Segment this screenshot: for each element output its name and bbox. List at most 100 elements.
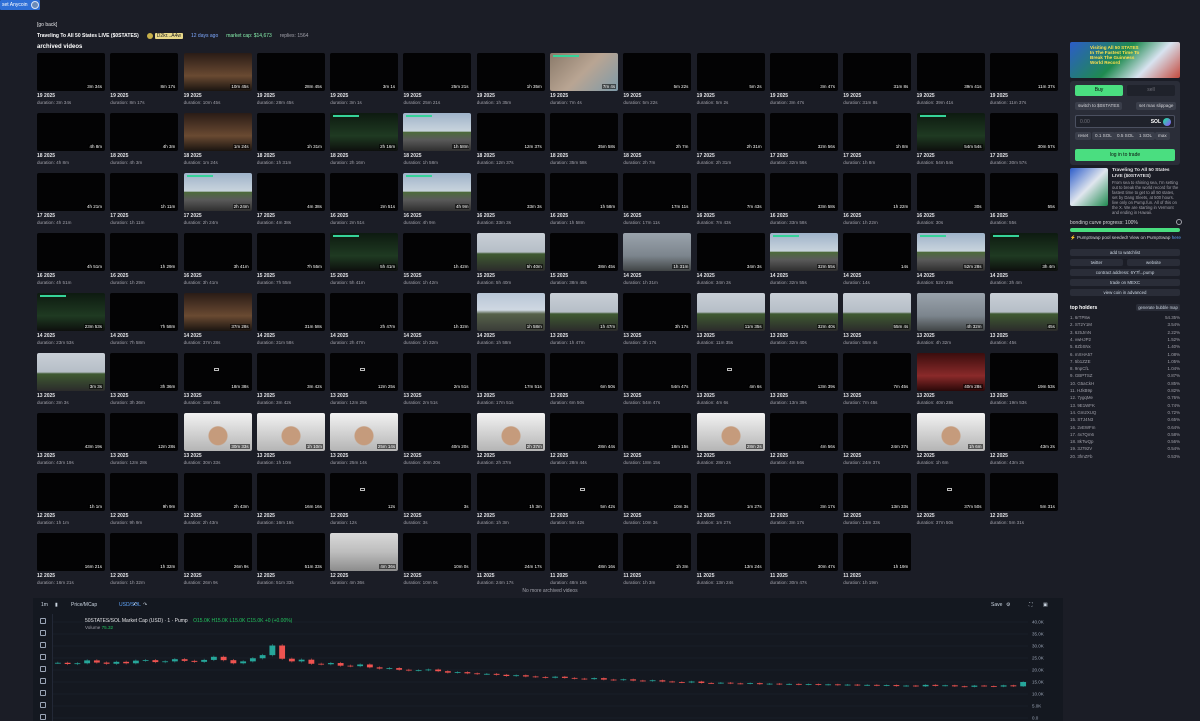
video-card[interactable]: 23m 53s 14 2025 duration: 23m 53s xyxy=(37,293,105,353)
video-card[interactable]: 1h 22m 16 2025 duration: 1h 22m xyxy=(843,173,912,233)
video-thumbnail[interactable]: 30m 47s xyxy=(769,533,838,571)
login-to-trade-button[interactable]: log in to trade xyxy=(1075,149,1175,161)
price-chart[interactable]: 1m ▮ Price/MCap USD/SOL ↶ ↷ Save ⚙ ⛶ ▣ 4… xyxy=(33,598,1063,721)
video-thumbnail[interactable]: 1m 27s xyxy=(696,473,765,511)
video-thumbnail[interactable]: 13m 33s xyxy=(843,473,912,511)
holder-row[interactable]: 17. 4x7Qm6 0.58% xyxy=(1070,432,1180,439)
video-thumbnail[interactable]: 11m 35s xyxy=(696,293,765,331)
holder-row[interactable]: 20. 3fmZFb 0.53% xyxy=(1070,454,1180,461)
video-card[interactable]: 4h 21m 17 2025 duration: 4h 21m xyxy=(37,173,105,233)
video-card[interactable]: 4m 38s 17 2025 duration: 4m 38s xyxy=(256,173,325,233)
video-card[interactable]: 5m 42s 12 2025 duration: 5m 42s xyxy=(550,473,619,533)
holder-row[interactable]: 10. G5aCkH 0.85% xyxy=(1070,381,1180,388)
video-thumbnail[interactable]: 55s xyxy=(989,173,1058,211)
video-thumbnail[interactable]: 17m 51s xyxy=(476,353,545,391)
fullscreen-icon[interactable]: ⛶ xyxy=(1029,602,1033,608)
video-card[interactable]: 2m 51s 16 2025 duration: 2m 51s xyxy=(330,173,399,233)
switch-token-button[interactable]: switch to $0STATES xyxy=(1075,102,1123,110)
video-card[interactable]: 8m 17s 19 2025 duration: 8m 17s xyxy=(110,53,179,113)
video-card[interactable]: 1h 58m 16 2025 duration: 1h 58m xyxy=(550,173,619,233)
video-card[interactable]: 9h 9m 12 2025 duration: 9h 9m xyxy=(110,473,179,533)
video-card[interactable]: 24m 17s 11 2025 duration: 24m 17s xyxy=(476,533,545,593)
video-card[interactable]: 1h 1m 12 2025 duration: 1h 1m xyxy=(37,473,105,533)
video-card[interactable]: 43m 2s 12 2025 duration: 43m 2s xyxy=(989,413,1058,473)
video-card[interactable]: 33m 3s 16 2025 duration: 33m 3s xyxy=(476,173,545,233)
candle-type-icon[interactable]: ▮ xyxy=(55,602,58,608)
video-card[interactable]: 24m 37s 12 2025 duration: 24m 37s xyxy=(843,413,912,473)
video-card[interactable]: 30s 16 2025 duration: 30s xyxy=(916,173,985,233)
video-thumbnail[interactable]: 12s xyxy=(330,473,399,511)
video-card[interactable]: 12s 12 2025 duration: 12s xyxy=(330,473,399,533)
pumpswap-link[interactable]: here xyxy=(1172,235,1181,240)
video-card[interactable]: 4h 3m 18 2025 duration: 4h 3m xyxy=(110,113,179,173)
video-card[interactable]: 30m 33s 13 2025 duration: 30m 33s xyxy=(183,413,252,473)
holder-row[interactable]: 2. ST2Y1M 3.54% xyxy=(1070,322,1180,329)
video-thumbnail[interactable]: 28m 45s xyxy=(256,53,325,91)
video-card[interactable]: 14s 14 2025 duration: 14s xyxy=(843,233,912,293)
zoom-icon[interactable] xyxy=(40,702,46,708)
video-thumbnail[interactable]: 40m 28s xyxy=(916,353,985,391)
video-card[interactable]: 3h 41m 16 2025 duration: 3h 41m xyxy=(183,233,252,293)
video-thumbnail[interactable]: 1h 35m xyxy=(476,53,545,91)
video-card[interactable]: 2h 37m 12 2025 duration: 2h 37m xyxy=(476,413,545,473)
video-card[interactable]: 4m 36s 12 2025 duration: 4m 36s xyxy=(330,533,399,593)
video-card[interactable]: 38m 45s 15 2025 duration: 38m 45s xyxy=(550,233,619,293)
amount-input[interactable]: 0.00 SOL xyxy=(1075,115,1175,128)
video-card[interactable]: 40m 28s 13 2025 duration: 40m 28s xyxy=(916,353,985,413)
video-card[interactable]: 25m 21s 19 2025 duration: 25m 21s xyxy=(403,53,472,113)
video-thumbnail[interactable]: 24m 17s xyxy=(476,533,545,571)
video-thumbnail[interactable]: 4m 56s xyxy=(769,413,838,451)
video-thumbnail[interactable]: 10m 3s xyxy=(623,473,692,511)
video-card[interactable]: 3h 17s 13 2025 duration: 3h 17s xyxy=(623,293,692,353)
video-thumbnail[interactable]: 31m 8s xyxy=(843,53,912,91)
go-back-link[interactable]: [go back] xyxy=(37,22,57,28)
video-thumbnail[interactable]: 32m 56s xyxy=(769,113,838,151)
text-icon[interactable] xyxy=(40,690,46,696)
video-thumbnail[interactable]: 4m 38s xyxy=(256,173,325,211)
video-card[interactable]: 4m 56s 12 2025 duration: 4m 56s xyxy=(769,413,838,473)
video-card[interactable]: 3m 47s 19 2025 duration: 3m 47s xyxy=(769,53,838,113)
video-card[interactable]: 17m 11s 16 2025 duration: 17m 11s xyxy=(623,173,692,233)
video-thumbnail[interactable]: 7h 58m xyxy=(110,293,179,331)
video-card[interactable]: 12m 28s 13 2025 duration: 12m 28s xyxy=(110,413,179,473)
video-thumbnail[interactable]: 3m 47s xyxy=(769,53,838,91)
video-thumbnail[interactable]: 16m 16s xyxy=(256,473,325,511)
video-thumbnail[interactable]: 33m 58s xyxy=(769,173,838,211)
video-card[interactable]: 5h 40m 15 2025 duration: 5h 40m xyxy=(476,233,545,293)
video-card[interactable]: 55m 4s 13 2025 duration: 55m 4s xyxy=(843,293,912,353)
video-card[interactable]: 7m 4s 19 2025 duration: 7m 4s xyxy=(550,53,619,113)
video-thumbnail[interactable]: 10m 45s xyxy=(183,53,252,91)
video-card[interactable]: 32m 40s 13 2025 duration: 32m 40s xyxy=(769,293,838,353)
holder-row[interactable]: 4. vwHJP2 1.52% xyxy=(1070,337,1180,344)
video-card[interactable]: 3h 4m 14 2025 duration: 3h 4m xyxy=(989,233,1058,293)
video-thumbnail[interactable]: 5m 2s xyxy=(696,53,765,91)
video-thumbnail[interactable]: 33m 3s xyxy=(476,173,545,211)
video-thumbnail[interactable]: 2h 47m xyxy=(330,293,399,331)
holder-row[interactable]: 7. 5b1ZZE 1.05% xyxy=(1070,359,1180,366)
video-card[interactable]: 5m 2s 19 2025 duration: 5m 2s xyxy=(696,53,765,113)
video-thumbnail[interactable]: 5m 42s xyxy=(550,473,619,511)
video-thumbnail[interactable]: 4h 9m xyxy=(403,173,472,211)
video-card[interactable]: 55s 16 2025 duration: 55s xyxy=(989,173,1058,233)
holder-row[interactable]: 6. mXHA57 1.08% xyxy=(1070,352,1180,359)
video-card[interactable]: 3h 36m 13 2025 duration: 3h 36m xyxy=(110,353,179,413)
holder-row[interactable]: 13. 9E1WFK 0.74% xyxy=(1070,403,1180,410)
video-card[interactable]: 2h 7m 18 2025 duration: 2h 7m xyxy=(623,113,692,173)
trendline-icon[interactable] xyxy=(40,630,46,636)
video-thumbnail[interactable]: 1h 32m xyxy=(403,293,472,331)
preset-1-sol[interactable]: 1 SOL xyxy=(1136,132,1156,140)
video-card[interactable]: 13m 39s 13 2025 duration: 13m 39s xyxy=(769,353,838,413)
undo-icon[interactable]: ↶ xyxy=(133,602,137,608)
camera-icon[interactable]: ▣ xyxy=(1043,602,1048,608)
video-thumbnail[interactable]: 12m 28s xyxy=(110,413,179,451)
video-thumbnail[interactable]: 1h 22m xyxy=(843,173,912,211)
video-card[interactable]: 1h 8m 17 2025 duration: 1h 8m xyxy=(843,113,912,173)
video-thumbnail[interactable]: 1h 1m xyxy=(37,473,105,511)
twitter-button[interactable]: twitter xyxy=(1070,259,1123,266)
usd-sol-toggle[interactable]: USD/SOL xyxy=(119,602,141,608)
video-card[interactable]: 34m 3s 14 2025 duration: 34m 3s xyxy=(696,233,765,293)
video-card[interactable]: 2h 24m 17 2025 duration: 2h 24m xyxy=(183,173,252,233)
video-thumbnail[interactable]: 2h 37m xyxy=(476,413,545,451)
video-thumbnail[interactable]: 45s xyxy=(989,293,1058,331)
video-thumbnail[interactable]: 14s xyxy=(843,233,912,271)
